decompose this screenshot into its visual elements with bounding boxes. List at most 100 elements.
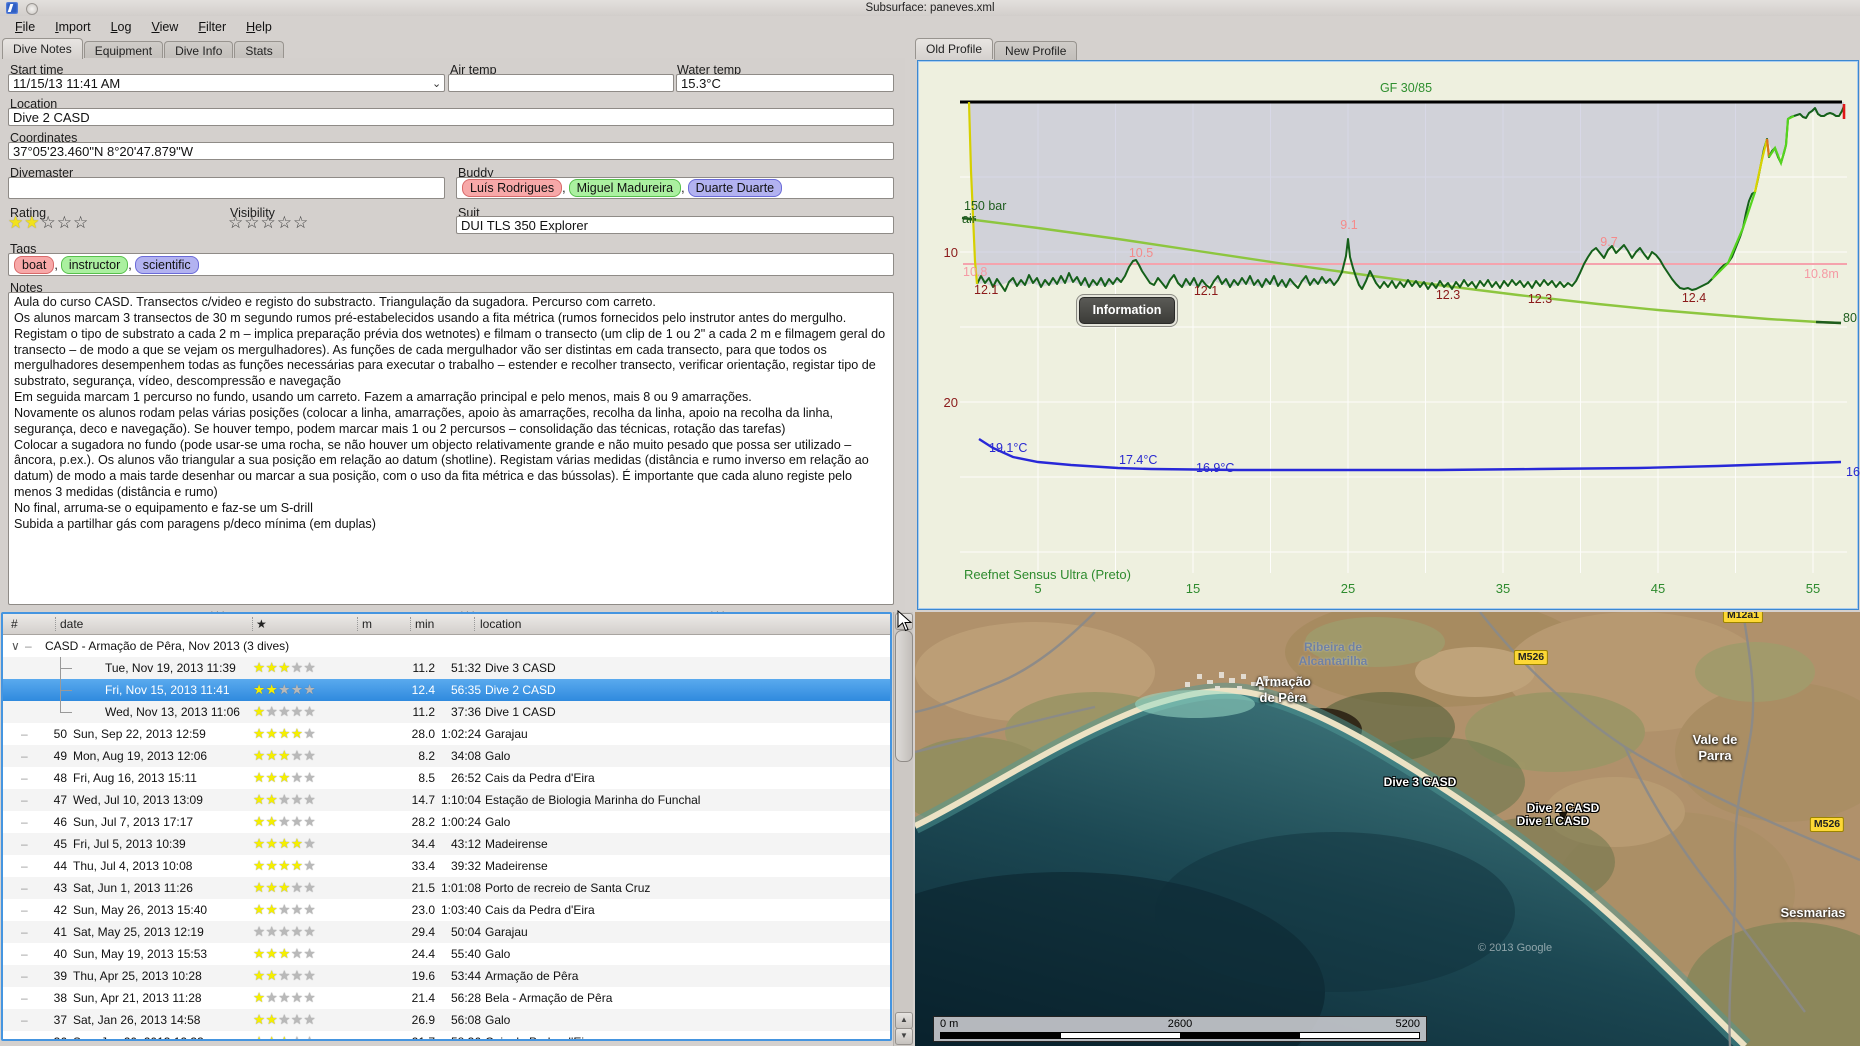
column-header-location[interactable]: location (480, 617, 521, 631)
dive-row[interactable]: Wed, Nov 13, 2013 11:06 ★★★★★ 11.2 37:36 Div… (3, 701, 890, 723)
dive-depth: 11.2 (412, 705, 435, 719)
dive-row[interactable]: Fri, Nov 15, 2013 11:41 ★★★★★ 12.4 56:35 Div… (3, 679, 890, 701)
star-icon: ★ (290, 726, 304, 742)
dive-row[interactable]: 46Sun, Jul 7, 2013 17:17★★★★★28.21:00:24… (3, 811, 890, 833)
road-badge[interactable]: M12a1 (1722, 612, 1764, 623)
dive-duration: 56:35 (450, 683, 481, 697)
dive-rating: ★★★★★ (253, 1012, 337, 1028)
column-header-m[interactable]: m (362, 617, 372, 631)
coordinates-input[interactable] (8, 142, 894, 160)
rating-stars[interactable]: ★★☆☆☆ (8, 213, 89, 233)
chart-label-avg: 10.8 (963, 265, 988, 279)
column-separator[interactable] (252, 617, 253, 631)
column-header-num[interactable]: # (11, 617, 18, 631)
scroll-up-button-2[interactable]: ▲ (895, 1012, 913, 1029)
dive-list-header[interactable]: # date ★ m min location (3, 614, 890, 635)
star-icon: ★ (265, 880, 279, 896)
dive-row[interactable]: 37Sat, Jan 26, 2013 14:58★★★★★26.956:08G… (3, 1009, 890, 1031)
tag-pill[interactable]: instructor (60, 255, 129, 274)
star-icon: ★ (265, 704, 279, 720)
dive-row[interactable]: 48Fri, Aug 16, 2013 15:11★★★★★8.526:52Ca… (3, 767, 890, 789)
dive-row[interactable]: 49Mon, Aug 19, 2013 12:06★★★★★8.234:08Ga… (3, 745, 890, 767)
dive-site-map[interactable]: Ribeira de Alcantarilha Armação de Pêra Vale… (915, 612, 1860, 1046)
column-header-date[interactable]: date (60, 617, 83, 631)
water-temp-input[interactable] (676, 74, 894, 92)
dive-trip-row[interactable]: ∨ – CASD - Armação de Pêra, Nov 2013 (3 di… (3, 635, 890, 657)
menu-help[interactable]: Help (237, 18, 281, 36)
dive-row[interactable]: 38Sun, Apr 21, 2013 11:28★★★★★21.456:28B… (3, 987, 890, 1009)
suit-input[interactable] (456, 216, 894, 234)
road-badge[interactable]: M526 (1513, 650, 1549, 665)
road-badge[interactable]: M526 (1809, 817, 1845, 832)
star-icon: ☆ (56, 213, 73, 233)
buddy-pill[interactable]: Luís Rodrigues (462, 179, 563, 197)
dive-row[interactable]: 41Sat, May 25, 2013 12:19★★★★★29.450:04G… (3, 921, 890, 943)
chart-label-dep: 12.3 (1527, 292, 1553, 306)
dive-rating: ★★★★★ (253, 682, 337, 698)
dive-row[interactable]: 42Sun, May 26, 2013 15:40★★★★★23.01:03:4… (3, 899, 890, 921)
column-header-min[interactable]: min (415, 617, 434, 631)
column-header-stars[interactable]: ★ (256, 617, 267, 631)
column-separator[interactable] (410, 617, 411, 631)
menu-view[interactable]: View (142, 18, 187, 36)
dive-duration: 26:52 (450, 771, 481, 785)
buddy-pill[interactable]: Miguel Madureira (568, 179, 682, 197)
dive-row[interactable]: 40Sun, May 19, 2013 15:53★★★★★24.455:40G… (3, 943, 890, 965)
star-icon: ★ (290, 770, 304, 786)
star-icon: ★ (253, 858, 266, 874)
dive-row[interactable]: 47Wed, Jul 10, 2013 13:09★★★★★14.71:10:0… (3, 789, 890, 811)
star-icon: ★ (253, 924, 266, 940)
start-time-input[interactable] (8, 74, 445, 92)
collapse-icon[interactable]: ∨ (11, 635, 20, 657)
chevron-down-icon[interactable]: ⌄ (432, 77, 441, 90)
dive-date: Fri, Nov 15, 2013 11:41 (105, 683, 230, 697)
dive-row[interactable]: 36Sun, Jan 20, 2013 12:33★★★★★21.758:36C… (3, 1031, 890, 1039)
scroll-thumb[interactable] (895, 630, 913, 762)
star-icon: ★ (253, 946, 266, 962)
dive-location: Cais da Pedra d'Eira (481, 1035, 890, 1039)
dive-row[interactable]: 44Thu, Jul 4, 2013 10:08★★★★★33.439:32Ma… (3, 855, 890, 877)
column-separator[interactable] (474, 617, 475, 631)
column-separator[interactable] (55, 617, 56, 631)
chart-label-yaxis: 10 (943, 245, 958, 260)
tag-pill[interactable]: boat (14, 255, 55, 274)
tab-dive-notes[interactable]: Dive Notes (2, 38, 83, 59)
dive-date: Sun, Apr 21, 2013 11:28 (73, 991, 202, 1005)
scroll-down-button[interactable]: ▼ (895, 1028, 913, 1045)
tag-pill[interactable]: scientific (134, 255, 199, 274)
star-icon: ★ (303, 704, 317, 720)
star-icon: ★ (290, 968, 304, 984)
star-icon: ★ (253, 968, 266, 984)
air-temp-input[interactable] (448, 74, 674, 92)
star-icon: ★ (303, 660, 317, 676)
dive-date: Mon, Aug 19, 2013 12:06 (73, 749, 208, 763)
dive-row[interactable]: 45Fri, Jul 5, 2013 10:39★★★★★34.443:12Ma… (3, 833, 890, 855)
information-button[interactable]: Information (1079, 297, 1175, 324)
visibility-stars[interactable]: ☆☆☆☆☆ (228, 213, 309, 233)
menu-file[interactable]: File (6, 18, 44, 36)
tags-input[interactable]: boat, instructor, scientific (8, 253, 894, 276)
tab-old-profile[interactable]: Old Profile (915, 38, 994, 59)
star-icon: ★ (8, 213, 25, 233)
dive-profile-chart[interactable]: GF 30/85 10 20 150 bar air 80 10.8 10.8m 12.1 10.… (917, 60, 1860, 610)
menu-filter[interactable]: Filter (189, 18, 235, 36)
dive-date: Wed, Nov 13, 2013 11:06 (105, 705, 240, 719)
dive-row[interactable]: 50Sun, Sep 22, 2013 12:59★★★★★28.01:02:2… (3, 723, 890, 745)
column-separator[interactable] (357, 617, 358, 631)
location-input[interactable] (8, 108, 894, 126)
menu-log[interactable]: Log (102, 18, 141, 36)
menu-import[interactable]: Import (46, 18, 99, 36)
tree-connector (60, 657, 80, 679)
vertical-scrollbar[interactable]: ▲ ▲ ▼ (893, 612, 913, 1046)
buddy-pill[interactable]: Duarte Duarte (687, 179, 783, 197)
dive-row[interactable]: 43Sat, Jun 1, 2013 11:26★★★★★21.51:01:08… (3, 877, 890, 899)
tab-new-profile[interactable]: New Profile (994, 41, 1078, 60)
dive-row[interactable]: 39Thu, Apr 25, 2013 10:28★★★★★19.653:44A… (3, 965, 890, 987)
dive-row[interactable]: Tue, Nov 19, 2013 11:39 ★★★★★ 11.2 51:32 Div… (3, 657, 890, 679)
chart-label-temp: 17.4°C (1119, 453, 1158, 467)
chart-label-xaxis: 45 (1650, 581, 1666, 596)
divemaster-input[interactable] (8, 177, 445, 199)
dive-date: Wed, Jul 10, 2013 13:09 (73, 793, 203, 807)
buddy-input[interactable]: Luís Rodrigues, Miguel Madureira, Duarte D… (456, 177, 894, 199)
notes-textarea[interactable]: Aula do curso CASD. Transectos c/video e… (8, 292, 894, 605)
